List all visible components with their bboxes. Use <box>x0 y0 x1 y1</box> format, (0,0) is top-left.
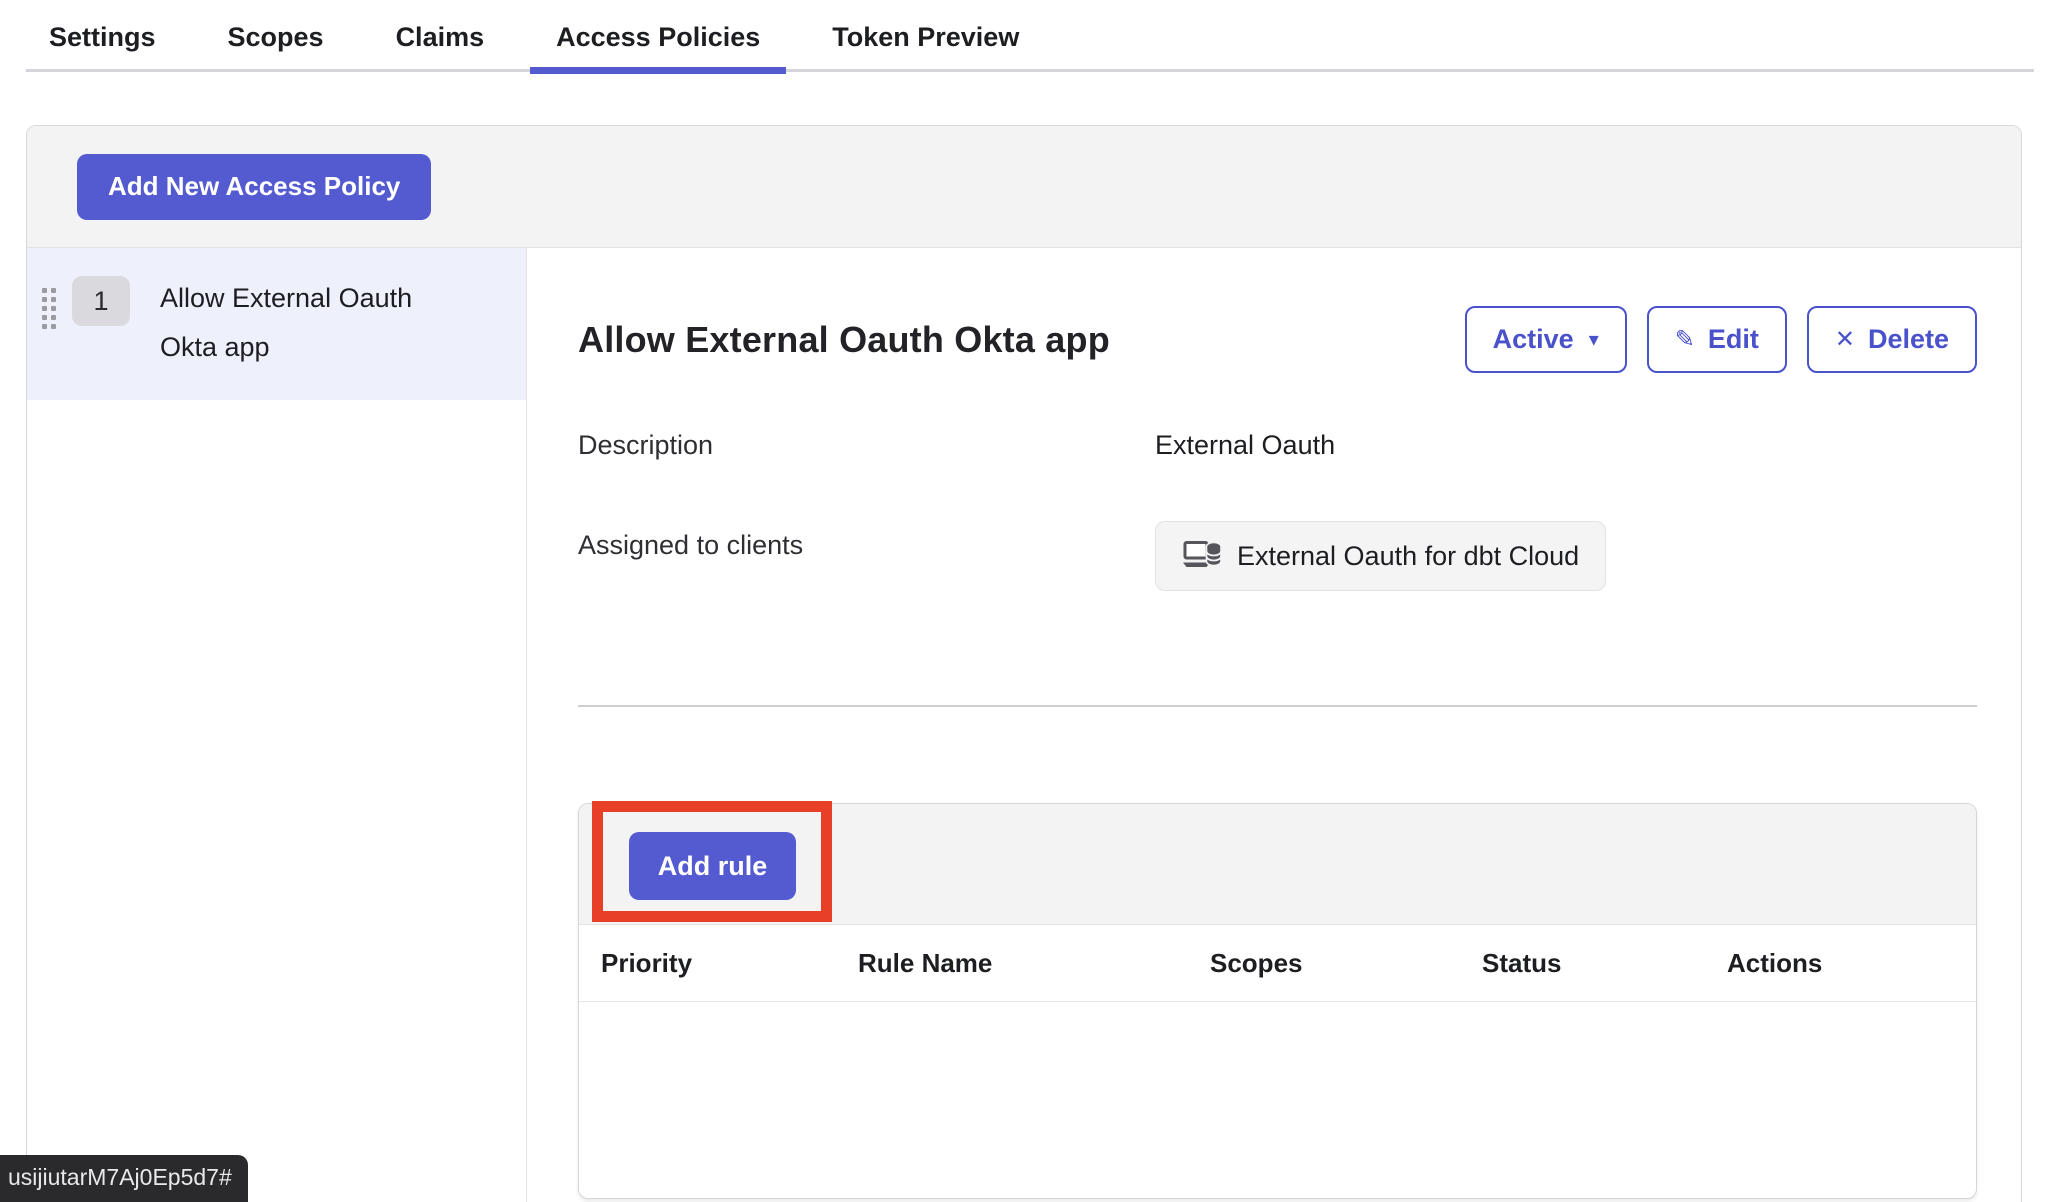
rules-table-body-empty <box>579 1002 1976 1198</box>
tab-token-preview[interactable]: Token Preview <box>806 0 1045 74</box>
column-status: Status <box>1482 948 1727 979</box>
column-priority: Priority <box>601 948 858 979</box>
rules-toolbar: Add rule <box>579 804 1976 925</box>
link-preview-statusbar: usijiutarM7Aj0Ep5d7# <box>0 1155 248 1202</box>
assigned-clients-label: Assigned to clients <box>578 521 1155 561</box>
policy-detail: Allow External Oauth Okta app Active ▾ ✎… <box>527 248 2021 1202</box>
assigned-client-chip: External Oauth for dbt Cloud <box>1155 521 1606 591</box>
section-divider <box>578 705 1977 707</box>
tab-claims[interactable]: Claims <box>370 0 511 74</box>
edit-button[interactable]: ✎ Edit <box>1647 306 1787 373</box>
rules-panel: Add rule Priority Rule Name Scopes Statu… <box>578 803 1977 1199</box>
policy-name: Allow External Oauth Okta app <box>160 274 460 372</box>
policy-list: 1 Allow External Oauth Okta app <box>27 248 527 1202</box>
drag-handle-icon[interactable] <box>42 288 56 329</box>
column-scopes: Scopes <box>1210 948 1482 979</box>
client-app-icon <box>1182 539 1222 573</box>
tab-access-policies[interactable]: Access Policies <box>530 0 786 74</box>
chevron-down-icon: ▾ <box>1589 327 1599 352</box>
access-policies-panel: Add New Access Policy 1 Allow External O… <box>26 125 2022 1202</box>
pencil-icon: ✎ <box>1675 328 1695 352</box>
delete-button[interactable]: ✕ Delete <box>1807 306 1977 373</box>
add-rule-button[interactable]: Add rule <box>629 832 796 900</box>
column-actions: Actions <box>1727 948 1976 979</box>
tabbar-divider <box>26 69 2034 72</box>
rules-table-header: Priority Rule Name Scopes Status Actions <box>579 925 1976 1002</box>
tab-settings[interactable]: Settings <box>23 0 182 74</box>
policy-title: Allow External Oauth Okta app <box>578 319 1110 361</box>
description-value: External Oauth <box>1155 421 1335 461</box>
description-label: Description <box>578 421 1155 461</box>
policy-order-badge: 1 <box>72 276 130 326</box>
active-status-dropdown[interactable]: Active ▾ <box>1465 306 1627 373</box>
tab-scopes[interactable]: Scopes <box>202 0 350 74</box>
policy-list-item[interactable]: 1 Allow External Oauth Okta app <box>27 248 526 400</box>
policy-actions: Active ▾ ✎ Edit ✕ Delete <box>1465 306 1977 373</box>
add-new-access-policy-button[interactable]: Add New Access Policy <box>77 154 431 220</box>
tab-bar: Settings Scopes Claims Access Policies T… <box>0 0 2058 74</box>
close-icon: ✕ <box>1835 328 1855 352</box>
column-rule-name: Rule Name <box>858 948 1210 979</box>
client-chip-label: External Oauth for dbt Cloud <box>1237 541 1579 572</box>
authorization-server-page: Settings Scopes Claims Access Policies T… <box>0 0 2058 1202</box>
policies-toolbar: Add New Access Policy <box>27 126 2021 248</box>
